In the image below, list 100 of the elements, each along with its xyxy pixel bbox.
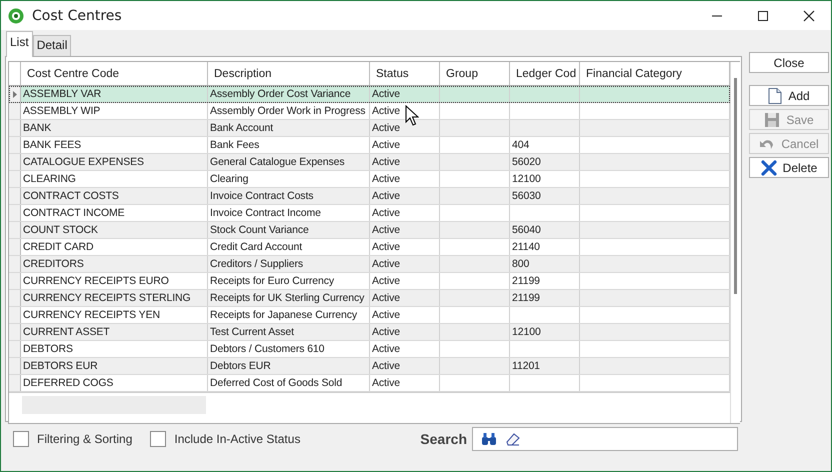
table-cell: ASSEMBLY WIP	[21, 103, 208, 119]
checkbox-label: Filtering & Sorting	[37, 432, 132, 446]
table-row[interactable]: CREDITORS Creditors / Suppliers Active 800	[9, 256, 730, 273]
table-cell: 56040	[510, 222, 580, 238]
checkbox[interactable]	[150, 431, 166, 447]
table-cell: 12100	[510, 324, 580, 340]
table-row[interactable]: CONTRACT INCOME Invoice Contract Income Active	[9, 205, 730, 222]
table-row[interactable]: CREDIT CARD Credit Card Account Active 21140	[9, 239, 730, 256]
table-cell: 404	[510, 137, 580, 153]
table-row[interactable]: CATALOGUE EXPENSES General Catalogue Expenses Active 56020	[9, 154, 730, 171]
table-cell: BANK FEES	[21, 137, 208, 153]
table-cell: Receipts for Euro Currency	[208, 273, 370, 289]
cross-icon	[760, 160, 777, 176]
table-row[interactable]: CONTRACT COSTS Invoice Contract Costs Active 56030	[9, 188, 730, 205]
table-cell: 12100	[510, 171, 580, 187]
table-cell: 21199	[510, 273, 580, 289]
table-cell: Active	[370, 375, 440, 391]
column-header[interactable]: Ledger Cod	[510, 62, 580, 85]
table-cell: Active	[370, 256, 440, 272]
table-cell: Test Current Asset	[208, 324, 370, 340]
column-header[interactable]: Description	[208, 62, 370, 85]
column-header[interactable]: Group	[440, 62, 510, 85]
table-cell: CLEARING	[21, 171, 208, 187]
table-cell: Active	[370, 273, 440, 289]
table-cell: Active	[370, 171, 440, 187]
close-icon[interactable]	[803, 10, 815, 22]
table-cell: Active	[370, 137, 440, 153]
column-header[interactable]: Cost Centre Code	[21, 62, 208, 85]
table-cell: DEFERRED COGS	[21, 375, 208, 391]
tab[interactable]: Detail	[32, 35, 72, 56]
row-pointer-icon	[12, 90, 16, 98]
table-cell: Assembly Order Work in Progress	[208, 103, 370, 119]
table-cell: BANK	[21, 120, 208, 136]
table-row[interactable]: CURRENCY RECEIPTS STERLING Receipts for UK Sterling Currency Active 21199	[9, 290, 730, 307]
table-row[interactable]: CLEARING Clearing Active 12100	[9, 171, 730, 188]
table-row[interactable]: ASSEMBLY WIP Assembly Order Work in Progress Active	[9, 103, 730, 120]
table-cell: Receipts for Japanese Currency	[208, 307, 370, 323]
action-button[interactable]: Add	[749, 85, 829, 106]
table-cell: 21199	[510, 290, 580, 306]
table-cell: Active	[370, 358, 440, 374]
action-button[interactable]: Delete	[749, 157, 829, 178]
table-cell: Creditors / Suppliers	[208, 256, 370, 272]
table-row[interactable]: DEFERRED COGS Deferred Cost of Goods Sold Active	[9, 375, 730, 392]
maximize-icon[interactable]	[757, 10, 769, 22]
table-cell: Invoice Contract Costs	[208, 188, 370, 204]
binoculars-icon[interactable]	[481, 432, 497, 446]
table-cell: 56030	[510, 188, 580, 204]
table-cell: CURRENCY RECEIPTS EURO	[21, 273, 208, 289]
mouse-pointer-icon	[405, 105, 419, 127]
table-cell: General Catalogue Expenses	[208, 154, 370, 170]
table-cell: Active	[370, 239, 440, 255]
table-cell: Active	[370, 307, 440, 323]
table-cell: COUNT STOCK	[21, 222, 208, 238]
table-row[interactable]: CURRENT ASSET Test Current Asset Active 12100	[9, 324, 730, 341]
table-cell: DEBTORS	[21, 341, 208, 357]
table-cell: DEBTORS EUR	[21, 358, 208, 374]
table-cell: Debtors / Customers 610	[208, 341, 370, 357]
action-button[interactable]: Close	[749, 52, 829, 73]
table-cell: Clearing	[208, 171, 370, 187]
table-row[interactable]: DEBTORS Debtors / Customers 610 Active	[9, 341, 730, 358]
table-cell: Active	[370, 205, 440, 221]
table-cell: Active	[370, 188, 440, 204]
table-cell: Active	[370, 154, 440, 170]
tab[interactable]: List	[6, 31, 33, 57]
table-row[interactable]: CURRENCY RECEIPTS YEN Receipts for Japanese Currency Active	[9, 307, 730, 324]
table-cell: Stock Count Variance	[208, 222, 370, 238]
search-label: Search	[420, 431, 467, 447]
checkbox[interactable]	[13, 431, 29, 447]
table-row[interactable]: BANK FEES Bank Fees Active 404	[9, 137, 730, 154]
table-cell: CATALOGUE EXPENSES	[21, 154, 208, 170]
table-cell: Active	[370, 341, 440, 357]
table-cell: Invoice Contract Income	[208, 205, 370, 221]
table-row[interactable]: COUNT STOCK Stock Count Variance Active 56040	[9, 222, 730, 239]
table-cell: CONTRACT INCOME	[21, 205, 208, 221]
table-cell: Active	[370, 86, 440, 102]
table-cell: Debtors EUR	[208, 358, 370, 374]
row-header[interactable]	[9, 86, 21, 102]
table-cell: Credit Card Account	[208, 239, 370, 255]
table-cell: Assembly Order Cost Variance	[208, 86, 370, 102]
window-title: Cost Centres	[32, 8, 122, 24]
table-cell: Active	[370, 324, 440, 340]
table-cell: CREDITORS	[21, 256, 208, 272]
search-field[interactable]	[472, 427, 738, 451]
eraser-icon[interactable]	[505, 432, 521, 446]
table-cell: 11201	[510, 358, 580, 374]
table-cell: Bank Fees	[208, 137, 370, 153]
table-cell: 56020	[510, 154, 580, 170]
table-row[interactable]: ASSEMBLY VAR Assembly Order Cost Variance Active	[9, 86, 730, 103]
app-logo-icon	[8, 8, 24, 24]
table-cell: 21140	[510, 239, 580, 255]
table-row[interactable]: DEBTORS EUR Debtors EUR Active 11201	[9, 358, 730, 375]
table-cell: Bank Account	[208, 120, 370, 136]
document-icon	[768, 88, 782, 104]
column-header[interactable]: Status	[370, 62, 440, 85]
scrollbar-thumb[interactable]	[734, 78, 737, 294]
table-row[interactable]: CURRENCY RECEIPTS EURO Receipts for Euro Currency Active 21199	[9, 273, 730, 290]
table-cell: CREDIT CARD	[21, 239, 208, 255]
table-row[interactable]: BANK Bank Account Active	[9, 120, 730, 137]
table-cell: CONTRACT COSTS	[21, 188, 208, 204]
table-cell: CURRENCY RECEIPTS YEN	[21, 307, 208, 323]
